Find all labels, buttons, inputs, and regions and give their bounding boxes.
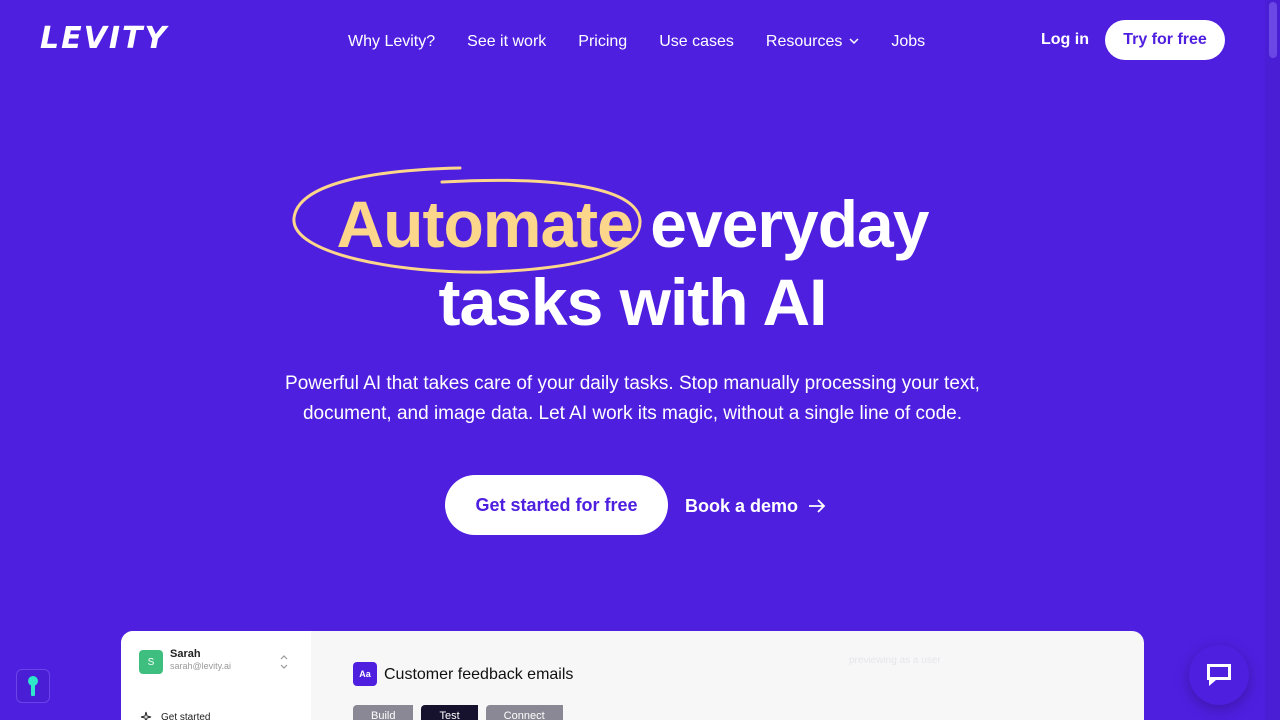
nav-jobs[interactable]: Jobs [891, 33, 925, 51]
sparkle-icon [140, 711, 152, 720]
nav-use-cases[interactable]: Use cases [659, 33, 734, 51]
nav-pricing[interactable]: Pricing [578, 33, 627, 51]
hero-subtitle: Powerful AI that takes care of your dail… [285, 373, 980, 424]
book-demo-label: Book a demo [685, 495, 799, 516]
user-email: sarah@levity.ai [170, 661, 231, 671]
sidebar-item-get-started[interactable]: Get started [139, 711, 210, 720]
page-scrollbar[interactable] [1265, 0, 1280, 720]
nav-resources[interactable]: Resources [766, 33, 859, 51]
chat-bubble-icon [1207, 664, 1231, 686]
key-button[interactable] [16, 669, 50, 703]
avatar: S [139, 650, 163, 674]
sidebar-item-label: Get started [161, 711, 211, 720]
nav-why-levity[interactable]: Why Levity? [348, 33, 435, 51]
nav-see-it-work[interactable]: See it work [467, 33, 546, 51]
hero-highlight-word: Automate [336, 187, 634, 261]
levity-logo[interactable]: LEVITY [40, 22, 166, 56]
workflow-title: Customer feedback emails [384, 666, 574, 683]
main-nav: Why Levity? See it work Pricing Use case… [348, 30, 957, 54]
user-name: Sarah [170, 648, 201, 660]
hero-headline-rest: everyday [650, 187, 929, 261]
login-link[interactable]: Log in [1041, 31, 1089, 49]
app-preview: S Sarah sarah@levity.ai Get started Aa C… [121, 631, 1144, 720]
tab-connect[interactable]: Connect [485, 705, 563, 720]
arrow-right-icon [809, 499, 826, 513]
tab-test[interactable]: Test [421, 705, 478, 720]
hero-headline-line2: tasks with AI [438, 265, 828, 339]
scrollbar-thumb[interactable] [1269, 2, 1277, 58]
get-started-button[interactable]: Get started for free [445, 475, 668, 535]
tab-build[interactable]: Build [353, 705, 414, 720]
try-for-free-button[interactable]: Try for free [1105, 20, 1225, 60]
hero-headline-line1: Automate everyday [0, 186, 1265, 262]
chat-button[interactable] [1189, 645, 1249, 705]
chevron-down-icon [849, 38, 859, 45]
preview-sidebar: S Sarah sarah@levity.ai Get started [121, 631, 311, 720]
preview-watermark: previewing as a user [849, 655, 941, 666]
nav-resources-label: Resources [765, 33, 843, 50]
workflow-icon: Aa [353, 662, 377, 686]
key-icon [28, 676, 38, 696]
book-demo-link[interactable]: Book a demo [685, 494, 826, 518]
workflow-steps: Build Test Connect [353, 705, 571, 720]
chevron-updown-icon[interactable] [279, 653, 289, 671]
